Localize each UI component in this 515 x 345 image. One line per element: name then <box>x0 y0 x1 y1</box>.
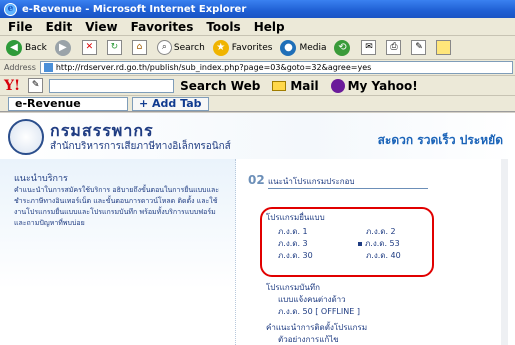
note-button[interactable] <box>436 40 453 55</box>
refresh-button[interactable]: ↻ <box>106 40 124 55</box>
page-icon <box>43 63 53 72</box>
mail-button[interactable]: ✉ <box>361 40 378 55</box>
edit-icon: ✎ <box>411 40 427 55</box>
ie-logo-icon: e <box>4 2 17 16</box>
filing-programs-heading[interactable]: โปรแกรมยื่นแบบ <box>266 211 325 224</box>
site-slogan: สะดวก รวดเร็ว ประหยัด <box>377 133 503 147</box>
tab-e-revenue[interactable]: e-Revenue <box>8 96 128 111</box>
bullet-icon <box>358 241 362 246</box>
pencil-icon[interactable]: ✎ <box>28 78 44 93</box>
print-button[interactable]: ⎙ <box>386 40 403 55</box>
form-pnd40-link[interactable]: ภ.ง.ด. 40 <box>366 249 401 262</box>
envelope-icon <box>272 80 287 91</box>
yahoo-mail-button[interactable]: Mail <box>272 79 319 93</box>
my-yahoo-button[interactable]: My Yahoo! <box>330 78 418 93</box>
menu-tools[interactable]: Tools <box>206 20 240 34</box>
standard-toolbar: ◀ Back ▶ ✕ ↻ ⌂ ⌕ Search ★ Favorites ● Me… <box>0 36 515 60</box>
service-intro-heading[interactable]: แนะนำบริการ <box>14 171 68 185</box>
star-icon: ★ <box>212 39 229 56</box>
search-web-button[interactable]: Search Web <box>180 79 260 93</box>
add-tab-button[interactable]: + Add Tab <box>132 96 209 111</box>
stop-button[interactable]: ✕ <box>81 40 99 55</box>
service-intro-panel: แนะนำบริการ คำแนะนำในการสมัครใช้บริการ อ… <box>0 159 236 345</box>
search-button[interactable]: ⌕ Search <box>156 40 205 55</box>
yahoo-logo[interactable]: Y! <box>4 78 20 94</box>
forward-button[interactable]: ▶ <box>54 39 74 56</box>
menu-edit[interactable]: Edit <box>46 20 73 34</box>
site-banner: กรมสรรพากร สำนักบริหารการเสียภาษีทางอิเล… <box>0 113 515 159</box>
history-button[interactable]: ⟲ <box>334 39 353 56</box>
title-bar: e e-Revenue - Microsoft Internet Explore… <box>0 0 515 18</box>
yahoo-toolbar: Y! ✎ Search Web Mail My Yahoo! <box>0 76 515 96</box>
section-number: 02 <box>248 173 265 187</box>
back-arrow-icon: ◀ <box>6 39 22 56</box>
forward-arrow-icon: ▶ <box>54 39 71 56</box>
window-title: e-Revenue - Microsoft Internet Explorer <box>22 3 247 15</box>
service-intro-text: คำแนะนำในการสมัครใช้บริการ อธิบายถึงขั้น… <box>14 186 220 227</box>
menu-help[interactable]: Help <box>254 20 285 34</box>
web-page: กรมสรรพากร สำนักบริหารการเสียภาษีทางอิเล… <box>0 113 515 345</box>
history-icon: ⟲ <box>334 39 351 56</box>
revenue-seal-icon <box>8 119 44 155</box>
page-scrollbar[interactable] <box>501 159 508 345</box>
my-yahoo-icon <box>330 78 345 93</box>
section-title: แนะนำโปรแกรมประกอบ <box>268 175 428 189</box>
back-button[interactable]: ◀ Back <box>6 39 47 56</box>
stop-icon: ✕ <box>81 40 97 55</box>
site-brand-subtitle: สำนักบริหารการเสียภาษีทางอิเล็กทรอนิกส์ <box>50 141 231 152</box>
example-fixes-link[interactable]: ตัวอย่างการแก้ไข <box>278 333 339 345</box>
yahoo-search-input[interactable] <box>49 78 175 93</box>
edit-button[interactable]: ✎ <box>411 40 428 55</box>
mail-icon: ✉ <box>361 40 377 55</box>
menu-bar: File Edit View Favorites Tools Help <box>0 18 515 36</box>
address-bar: Address http://rdserver.rd.go.th/publish… <box>0 60 515 76</box>
menu-file[interactable]: File <box>8 20 33 34</box>
address-url: http://rdserver.rd.go.th/publish/sub_ind… <box>55 63 372 72</box>
address-label: Address <box>4 63 36 72</box>
print-icon: ⎙ <box>386 40 402 55</box>
media-icon: ● <box>280 39 297 56</box>
form-pnd30-link[interactable]: ภ.ง.ด. 30 <box>278 249 313 262</box>
home-button[interactable]: ⌂ <box>131 40 149 55</box>
media-button[interactable]: ● Media <box>280 39 326 56</box>
pnd50-offline-link[interactable]: ภ.ง.ด. 50 [ OFFLINE ] <box>278 305 360 318</box>
search-icon: ⌕ <box>156 40 172 55</box>
refresh-icon: ↻ <box>106 40 122 55</box>
tab-bar: e-Revenue + Add Tab <box>0 96 515 112</box>
menu-favorites[interactable]: Favorites <box>131 20 194 34</box>
menu-view[interactable]: View <box>85 20 117 34</box>
home-icon: ⌂ <box>131 40 147 55</box>
note-icon <box>436 40 452 55</box>
programs-panel: 02 แนะนำโปรแกรมประกอบ โปรแกรมยื่นแบบ ภ.ง… <box>248 159 508 345</box>
address-input[interactable]: http://rdserver.rd.go.th/publish/sub_ind… <box>39 61 513 74</box>
favorites-button[interactable]: ★ Favorites <box>212 39 272 56</box>
